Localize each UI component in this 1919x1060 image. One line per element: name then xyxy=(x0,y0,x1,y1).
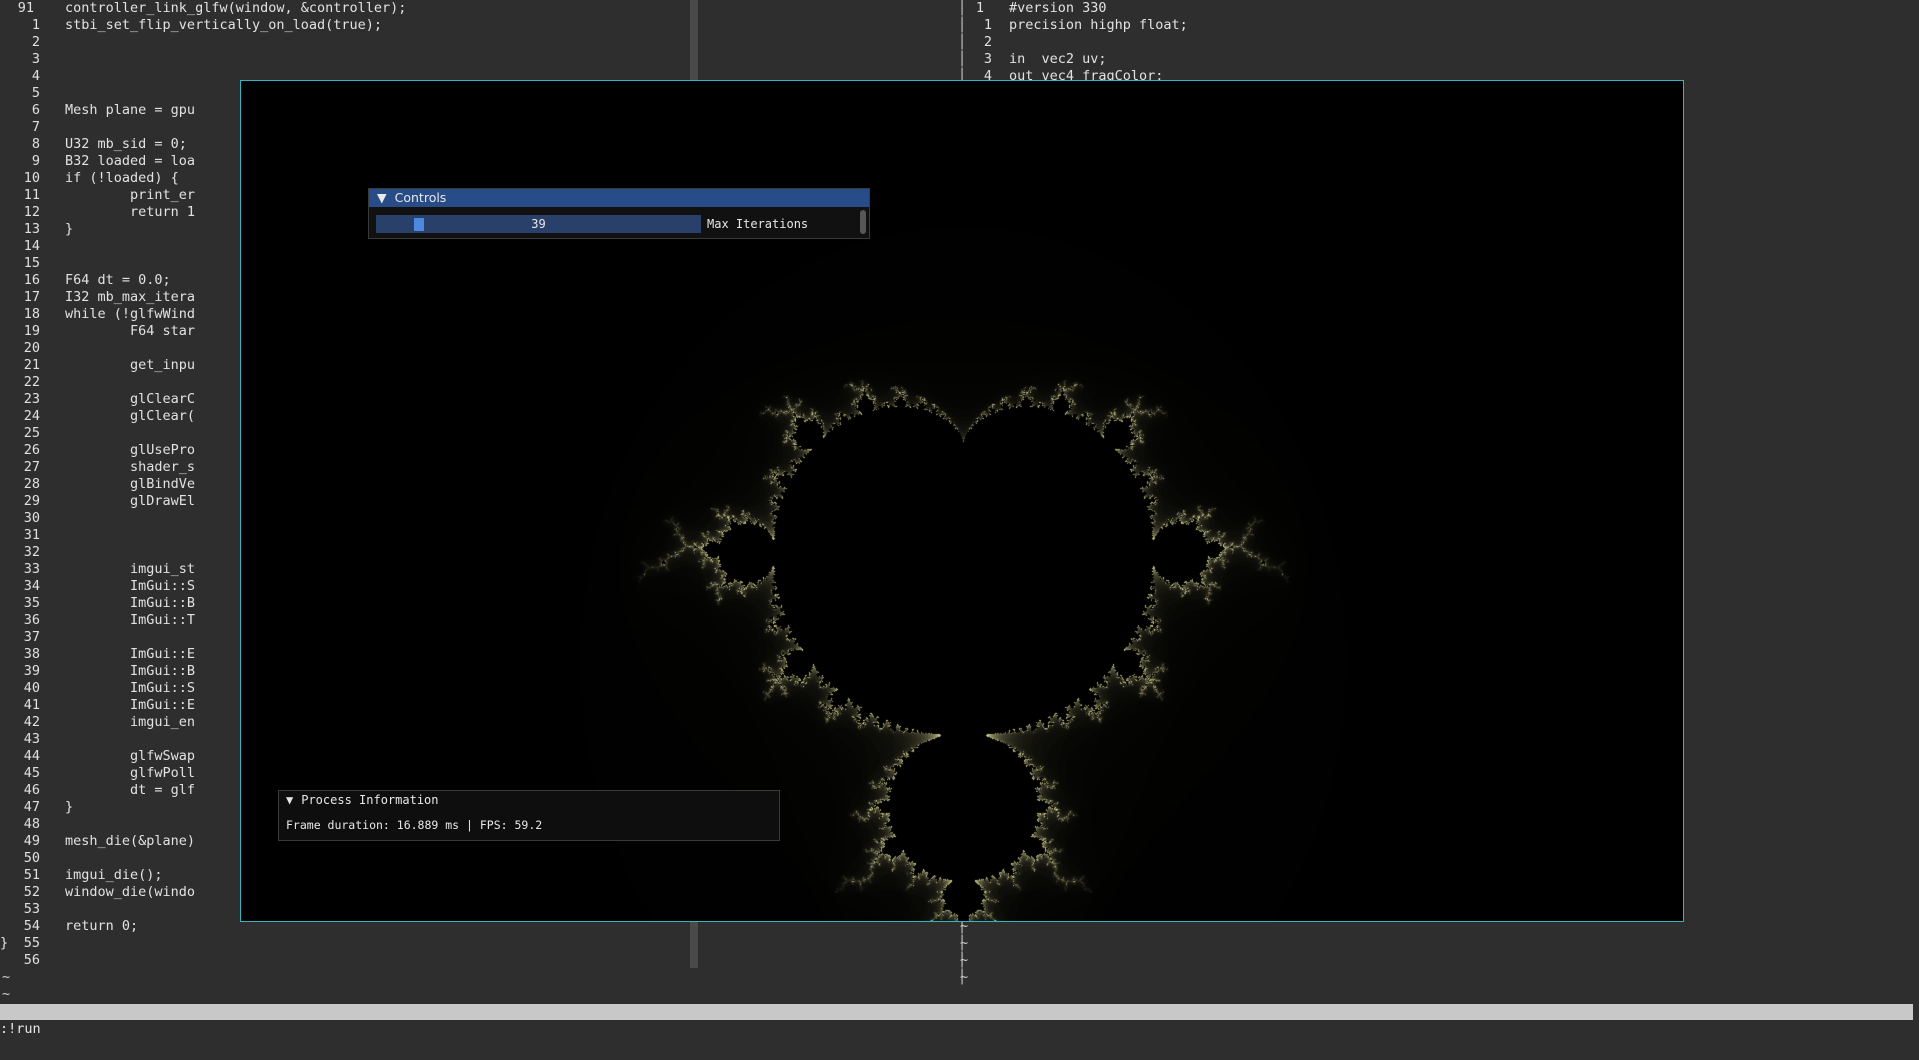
code-text: F64 star xyxy=(0,323,196,339)
code-text: } xyxy=(0,935,9,951)
code-text: imgui_st xyxy=(0,561,196,577)
controls-scrollbar[interactable] xyxy=(860,210,866,234)
line-number: 1 xyxy=(975,0,984,16)
line-number: 22 xyxy=(23,374,40,390)
code-text: #version 330 xyxy=(1009,0,1107,16)
line-number: 56 xyxy=(23,952,40,968)
code-text: glClearC xyxy=(0,391,196,407)
controls-title: Controls xyxy=(394,190,447,205)
code-text: ImGui::T xyxy=(0,612,196,628)
code-text: ImGui::E xyxy=(0,697,196,713)
process-title-bar[interactable]: ▼ Process Information xyxy=(279,791,779,809)
code-text: stbi_set_flip_vertically_on_load(true); xyxy=(0,17,383,33)
code-text: Mesh plane = gpu xyxy=(0,102,196,118)
code-text: print_er xyxy=(0,187,196,203)
code-text: U32 mb_sid = 0; xyxy=(0,136,187,152)
code-text: if (!loaded) { xyxy=(0,170,179,186)
empty-line-tilde: ~ xyxy=(960,935,969,951)
code-text: glClear( xyxy=(0,408,196,424)
line-number: 2 xyxy=(31,34,40,50)
line-number: 43 xyxy=(23,731,40,747)
command-line[interactable]: :!run xyxy=(0,1021,41,1038)
code-text: window_die(windo xyxy=(0,884,196,900)
code-text: glfwSwap xyxy=(0,748,196,764)
mandelbrot-app-window[interactable]: ▼ Controls 39 Max Iterations ▼ Process Inf… xyxy=(240,80,1684,922)
line-number: 20 xyxy=(23,340,40,356)
code-text: while (!glfwWind xyxy=(0,306,196,322)
code-text: glDrawEl xyxy=(0,493,196,509)
line-number: 53 xyxy=(23,901,40,917)
code-text: glBindVe xyxy=(0,476,196,492)
split-separator: │ xyxy=(958,34,967,50)
split-separator: │ xyxy=(958,51,967,67)
code-text: mesh_die(&plane) xyxy=(0,833,196,849)
line-number: 3 xyxy=(31,51,40,67)
code-text: return 1 xyxy=(0,204,196,220)
split-separator: │ xyxy=(958,17,967,33)
code-text: } xyxy=(0,221,74,237)
collapse-triangle-icon[interactable]: ▼ xyxy=(377,190,387,205)
code-text: return 0; xyxy=(0,918,139,934)
code-text: glfwPoll xyxy=(0,765,196,781)
line-number: 32 xyxy=(23,544,40,560)
code-text: in vec2 uv; xyxy=(1009,51,1107,67)
code-text: ImGui::B xyxy=(0,663,196,679)
code-text: ImGui::S xyxy=(0,680,196,696)
status-bar xyxy=(0,1004,1913,1020)
code-text: ImGui::S xyxy=(0,578,196,594)
code-text: get_inpu xyxy=(0,357,196,373)
line-number: 4 xyxy=(31,68,40,84)
line-number: 14 xyxy=(23,238,40,254)
controls-title-bar[interactable]: ▼ Controls xyxy=(369,189,869,207)
code-text: ImGui::B xyxy=(0,595,196,611)
code-text: dt = glf xyxy=(0,782,196,798)
empty-line-tilde: ~ xyxy=(2,986,11,1002)
split-separator: │ xyxy=(958,0,967,16)
empty-line-tilde: ~ xyxy=(960,969,969,985)
code-text: precision highp float; xyxy=(1009,17,1188,33)
line-number: 5 xyxy=(31,85,40,101)
process-title: Process Information xyxy=(301,793,439,807)
code-text: imgui_en xyxy=(0,714,196,730)
code-text: B32 loaded = loa xyxy=(0,153,196,169)
code-text: I32 mb_max_itera xyxy=(0,289,196,305)
line-number: 7 xyxy=(31,119,40,135)
line-number: 48 xyxy=(23,816,40,832)
code-text: glUsePro xyxy=(0,442,196,458)
code-text: F64 dt = 0.0; xyxy=(0,272,171,288)
line-number: 30 xyxy=(23,510,40,526)
collapse-triangle-icon[interactable]: ▼ xyxy=(286,793,293,807)
line-number: 15 xyxy=(23,255,40,271)
slider-value: 39 xyxy=(531,217,546,231)
line-number: 50 xyxy=(23,850,40,866)
slider-label: Max Iterations xyxy=(707,217,809,231)
empty-line-tilde: ~ xyxy=(2,969,11,985)
max-iterations-slider[interactable]: 39 xyxy=(376,215,701,233)
code-text: } xyxy=(0,799,74,815)
code-text: shader_s xyxy=(0,459,196,475)
code-text: controller_link_glfw(window, &controller… xyxy=(0,0,407,16)
empty-line-tilde: ~ xyxy=(960,952,969,968)
line-number: 31 xyxy=(23,527,40,543)
line-number: 25 xyxy=(23,425,40,441)
frame-stats-text: Frame duration: 16.889 ms | FPS: 59.2 xyxy=(286,818,543,832)
controls-window[interactable]: ▼ Controls 39 Max Iterations xyxy=(368,188,870,239)
code-text: ImGui::E xyxy=(0,646,196,662)
line-number: 37 xyxy=(23,629,40,645)
code-text: imgui_die(); xyxy=(0,867,163,883)
process-information-window[interactable]: ▼ Process Information Frame duration: 16.… xyxy=(278,790,780,841)
